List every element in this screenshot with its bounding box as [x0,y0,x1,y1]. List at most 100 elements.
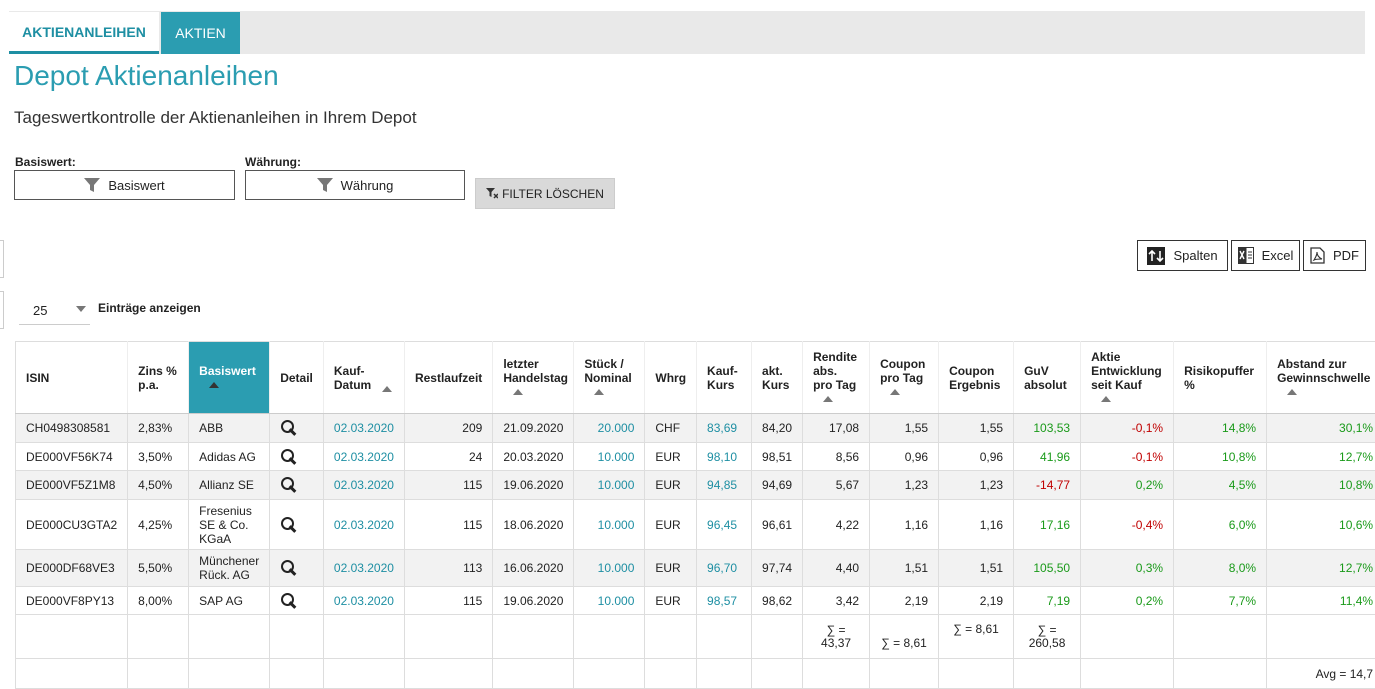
cell-akt-kurs: 96,61 [751,499,804,550]
excel-button[interactable]: Excel [1231,240,1300,271]
cell-basiswert: SAP AG [188,586,271,615]
col-restlaufzeit[interactable]: Restlaufzeit [404,341,494,414]
left-edge-control[interactable] [0,291,4,329]
chevron-down-icon [76,306,86,312]
cell-stueck[interactable]: 10.000 [573,442,646,471]
cell-abstand: 10,8% [1266,470,1375,500]
col-akt-kurs[interactable]: akt. Kurs [751,341,804,414]
cell-stueck[interactable]: 10.000 [573,549,646,587]
cell-rendite: 8,56 [802,442,871,471]
page-size-select[interactable]: 25 [19,296,90,325]
waehrung-filter-button[interactable]: Währung [245,170,465,200]
cell-kauf-kurs[interactable]: 96,45 [696,499,753,550]
cell-guv: 103,53 [1013,413,1082,443]
filter-icon [316,178,333,192]
col-kauf-kurs-label: Kauf-Kurs [707,363,738,392]
basiswert-filter-text: Basiswert [108,177,165,193]
cell-handelstag: 16.06.2020 [492,549,575,587]
cell-handelstag: 19.06.2020 [492,586,575,615]
tab-aktienanleihen[interactable]: AKTIENANLEIHEN [9,12,159,54]
cell-handelstag: 21.09.2020 [492,413,575,443]
columns-button[interactable]: Spalten [1137,240,1228,271]
col-coupon-tag-label: Coupon pro Tag [880,356,926,385]
col-kauf-datum[interactable]: Kauf-Datum [323,341,405,414]
cell-kauf-datum[interactable]: 02.03.2020 [323,413,405,443]
col-rendite-label: Rendite abs. pro Tag [813,349,858,392]
col-whrg-label: Whrg [655,370,687,385]
cell-stueck[interactable]: 10.000 [573,586,646,615]
table-row: DE000VF5Z1M8 4,50% Allianz SE 02.03.2020 115… [14,470,1375,500]
cell-coupon-tag: 1,23 [869,470,940,500]
col-akt-kurs-label: akt. Kurs [762,363,790,392]
cell-restlaufzeit: 209 [404,413,494,443]
cell-kauf-kurs[interactable]: 98,10 [696,442,753,471]
cell-stueck[interactable]: 10.000 [573,499,646,550]
col-stueck[interactable]: Stück / Nominal [573,341,646,414]
magnifier-icon[interactable] [280,476,298,494]
cell-detail [269,442,324,471]
col-basiswert[interactable]: Basiswert [188,341,271,414]
cell-kauf-kurs[interactable]: 96,70 [696,549,753,587]
col-zins[interactable]: Zins % p.a. [127,341,190,414]
col-guv[interactable]: GuV absolut [1013,341,1082,414]
tab-aktien[interactable]: AKTIEN [161,12,240,54]
cell-kauf-datum[interactable]: 02.03.2020 [323,470,405,500]
magnifier-icon[interactable] [280,592,298,610]
col-detail[interactable]: Detail [269,341,324,414]
pdf-icon [1310,247,1325,264]
sort-icon [823,396,834,403]
col-kauf-kurs[interactable]: Kauf-Kurs [696,341,753,414]
col-whrg[interactable]: Whrg [644,341,698,414]
pdf-button[interactable]: PDF [1303,240,1366,271]
magnifier-icon[interactable] [280,559,298,577]
cell-risikopuffer: 10,8% [1173,442,1268,471]
cell-aktie-entwicklung: -0,1% [1080,413,1175,443]
left-edge-control[interactable] [0,240,4,278]
cell-stueck[interactable]: 20.000 [573,413,646,443]
cell-kauf-kurs[interactable]: 94,85 [696,470,753,500]
col-abstand[interactable]: Abstand zur Gewinnschwelle [1266,341,1375,414]
cell-isin: DE000VF8PY13 [14,586,129,615]
clear-filter-button[interactable]: FILTER LÖSCHEN [475,178,615,209]
cell-risikopuffer: 6,0% [1173,499,1268,550]
cell-risikopuffer: 7,7% [1173,586,1268,615]
cell-kauf-datum[interactable]: 02.03.2020 [323,586,405,615]
table-row: DE000DF68VE3 5,50% Münchener Rück. AG 02.03… [14,549,1375,587]
magnifier-icon[interactable] [280,448,298,466]
cell-kauf-datum[interactable]: 02.03.2020 [323,442,405,471]
basiswert-filter-button[interactable]: Basiswert [14,170,235,200]
cell-coupon-tag: 1,55 [869,413,940,443]
col-isin-label: ISIN [26,370,50,385]
cell-guv: -14,77 [1013,470,1082,500]
col-kauf-datum-label: Kauf-Datum [333,363,372,392]
col-handelstag[interactable]: letzter Handelstag [492,341,575,414]
magnifier-icon[interactable] [280,516,298,534]
cell-kauf-kurs[interactable]: 98,57 [696,586,753,615]
cell-aktie-entwicklung: 0,2% [1080,470,1175,500]
cell-isin: DE000DF68VE3 [14,549,129,587]
page-title: Depot Aktienanleihen [14,60,279,91]
sort-asc-icon [209,382,220,389]
cell-guv: 105,50 [1013,549,1082,587]
cell-handelstag: 20.03.2020 [492,442,575,471]
clear-filter-icon [486,188,499,199]
col-risikopuffer[interactable]: Risikopuffer % [1173,341,1268,414]
col-aktie-entwicklung[interactable]: Aktie Entwicklung seit Kauf [1080,341,1175,414]
cell-kauf-datum[interactable]: 02.03.2020 [323,549,405,587]
cell-kauf-datum[interactable]: 02.03.2020 [323,499,405,550]
col-coupon-tag[interactable]: Coupon pro Tag [869,341,940,414]
avg-abstand: Avg = 14,7 [1266,658,1375,689]
cell-detail [269,499,324,550]
col-coupon-ergebnis[interactable]: Coupon Ergebnis [938,341,1015,414]
sort-icon [1101,396,1112,403]
magnifier-icon[interactable] [280,419,298,437]
cell-akt-kurs: 84,20 [751,413,804,443]
table-body: CH0498308581 2,83% ABB 02.03.2020 209 21.09.2… [14,413,1375,615]
cell-stueck[interactable]: 10.000 [573,470,646,500]
col-rendite[interactable]: Rendite abs. pro Tag [802,341,871,414]
col-isin[interactable]: ISIN [14,341,129,414]
depot-table: ISIN Zins % p.a. Basiswert Detail Kauf-D… [14,341,1375,689]
sum-guv: ∑ = 260,58 [1013,614,1082,659]
cell-coupon-ergebnis: 1,55 [938,413,1015,443]
cell-kauf-kurs[interactable]: 83,69 [696,413,753,443]
